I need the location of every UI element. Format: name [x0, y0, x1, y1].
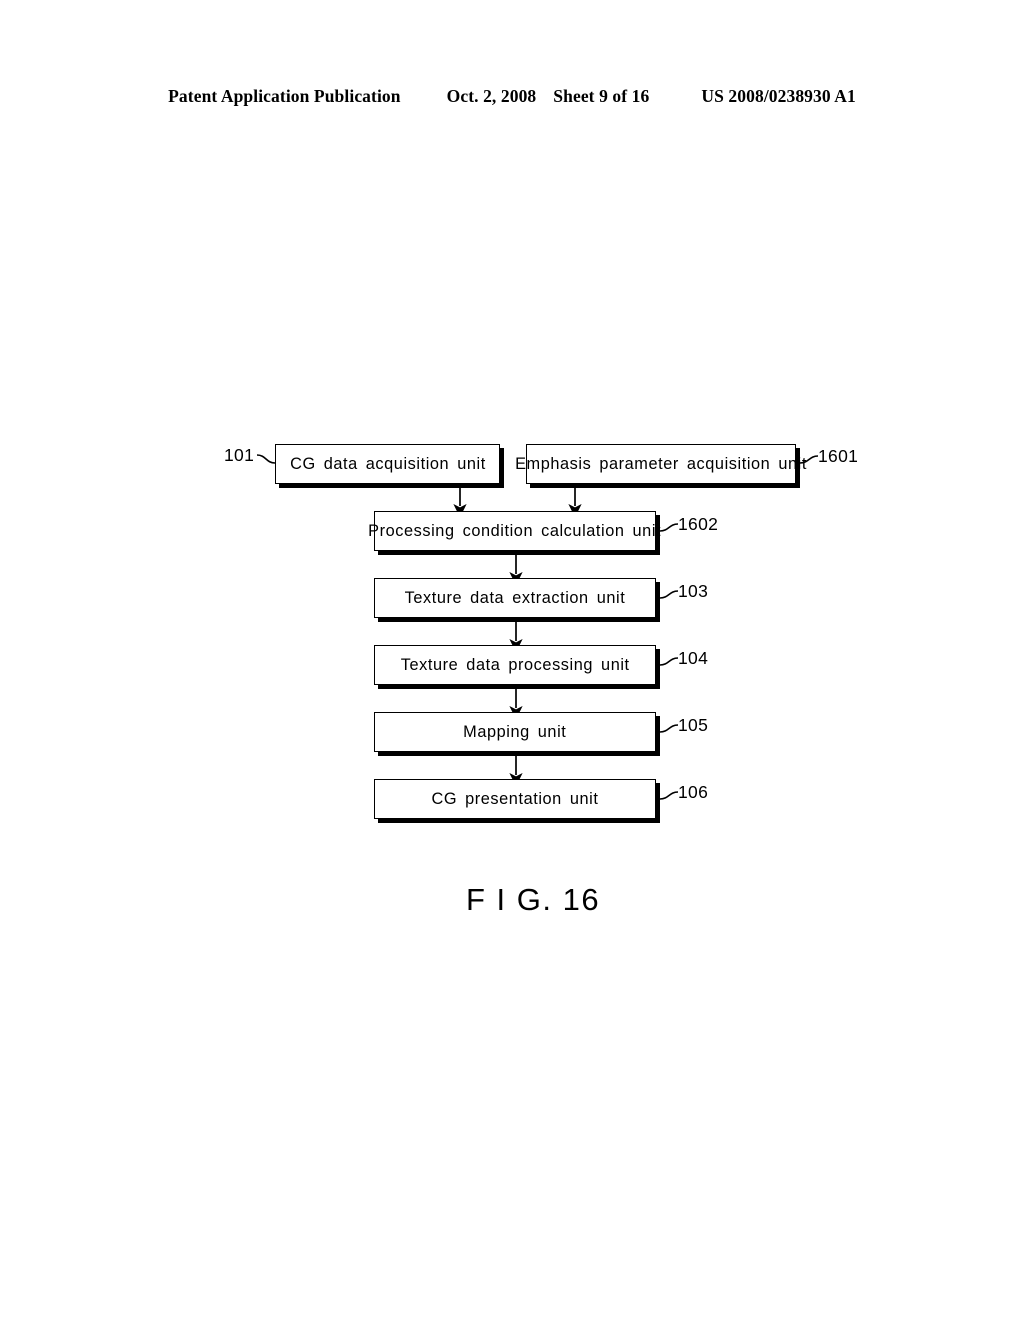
node-texture-data-extraction[interactable]: Texture data extraction unit: [374, 578, 656, 618]
leader-line-104: [659, 657, 679, 666]
node-texture-data-processing[interactable]: Texture data processing unit: [374, 645, 656, 685]
figure-caption: F I G. 16: [466, 882, 601, 917]
leader-line-105: [659, 724, 679, 733]
node-texture-data-processing-label: Texture data processing unit: [400, 655, 630, 674]
node-cg-data-acquisition[interactable]: CG data acquisition unit: [275, 444, 500, 484]
ref-106: 106: [678, 782, 709, 802]
ref-101: 101: [224, 445, 255, 465]
ref-1602: 1602: [678, 514, 719, 534]
leader-line-106: [659, 791, 679, 800]
ref-103: 103: [678, 581, 709, 601]
node-emphasis-parameter-acquisition-label: Emphasis parameter acquisition unit: [515, 454, 807, 473]
ref-105: 105: [678, 715, 709, 735]
node-cg-data-acquisition-label: CG data acquisition unit: [289, 454, 486, 473]
node-processing-condition-calculation-label: Processing condition calculation unit: [368, 521, 662, 540]
figure-16-flowchart: CG data acquisition unit 101 Emphasis pa…: [0, 0, 1024, 1320]
ref-1601: 1601: [818, 446, 859, 466]
leader-line-103: [659, 590, 679, 599]
node-emphasis-parameter-acquisition[interactable]: Emphasis parameter acquisition unit: [515, 444, 806, 484]
node-mapping[interactable]: Mapping unit: [374, 712, 656, 752]
node-processing-condition-calculation[interactable]: Processing condition calculation unit: [368, 511, 661, 551]
node-cg-presentation-label: CG presentation unit: [431, 789, 599, 808]
node-cg-presentation[interactable]: CG presentation unit: [374, 779, 656, 819]
node-texture-data-extraction-label: Texture data extraction unit: [404, 588, 626, 607]
ref-104: 104: [678, 648, 709, 668]
leader-line-101: [256, 454, 276, 464]
node-mapping-label: Mapping unit: [463, 722, 567, 741]
leader-line-1602: [659, 523, 679, 532]
